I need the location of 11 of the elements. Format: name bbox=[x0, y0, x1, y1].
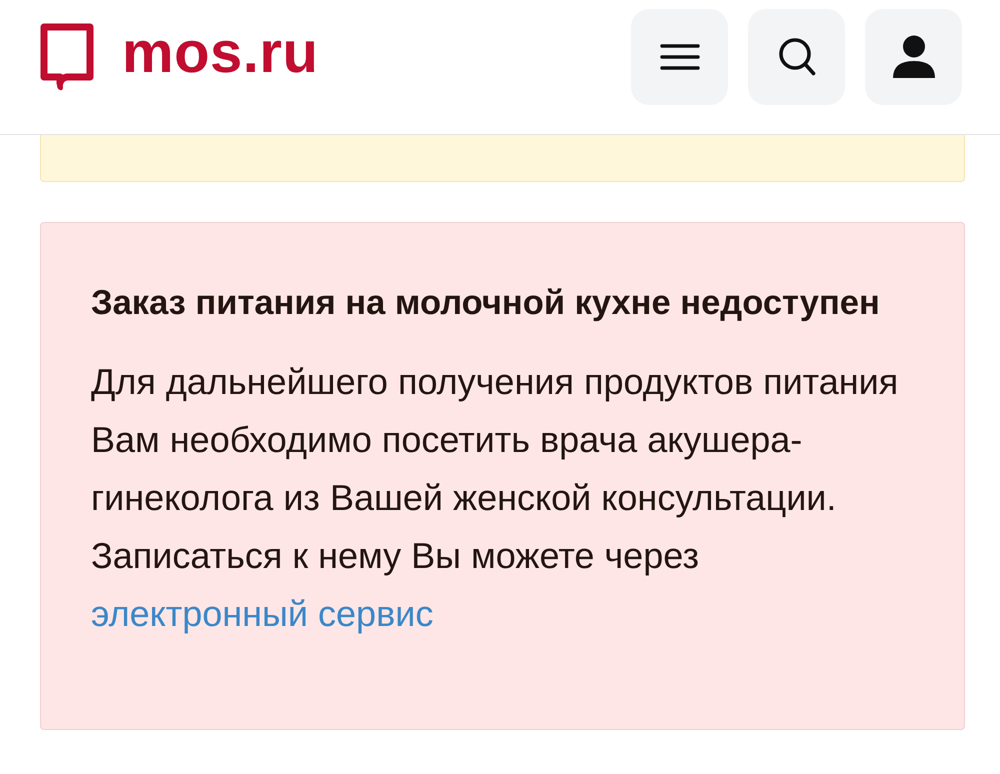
search-icon bbox=[778, 37, 816, 77]
menu-button[interactable] bbox=[631, 9, 728, 105]
alert-title: Заказ питания на молочной кухне недоступен bbox=[91, 283, 881, 324]
profile-button[interactable] bbox=[865, 9, 962, 105]
alert-message: Для дальнейшего получения продуктов питания Вам необходимо посетить врача акушера-гинеколога из Вашей женской консультации. Записаться к нему Вы можете через электронный сервис bbox=[91, 360, 900, 636]
profile-icon bbox=[892, 35, 936, 79]
logo-text[interactable]: mos.ru bbox=[122, 24, 318, 82]
search-button[interactable] bbox=[748, 9, 845, 105]
service-link[interactable]: электронный сервис bbox=[91, 593, 434, 634]
logo-icon bbox=[40, 23, 94, 91]
menu-icon bbox=[660, 43, 700, 71]
